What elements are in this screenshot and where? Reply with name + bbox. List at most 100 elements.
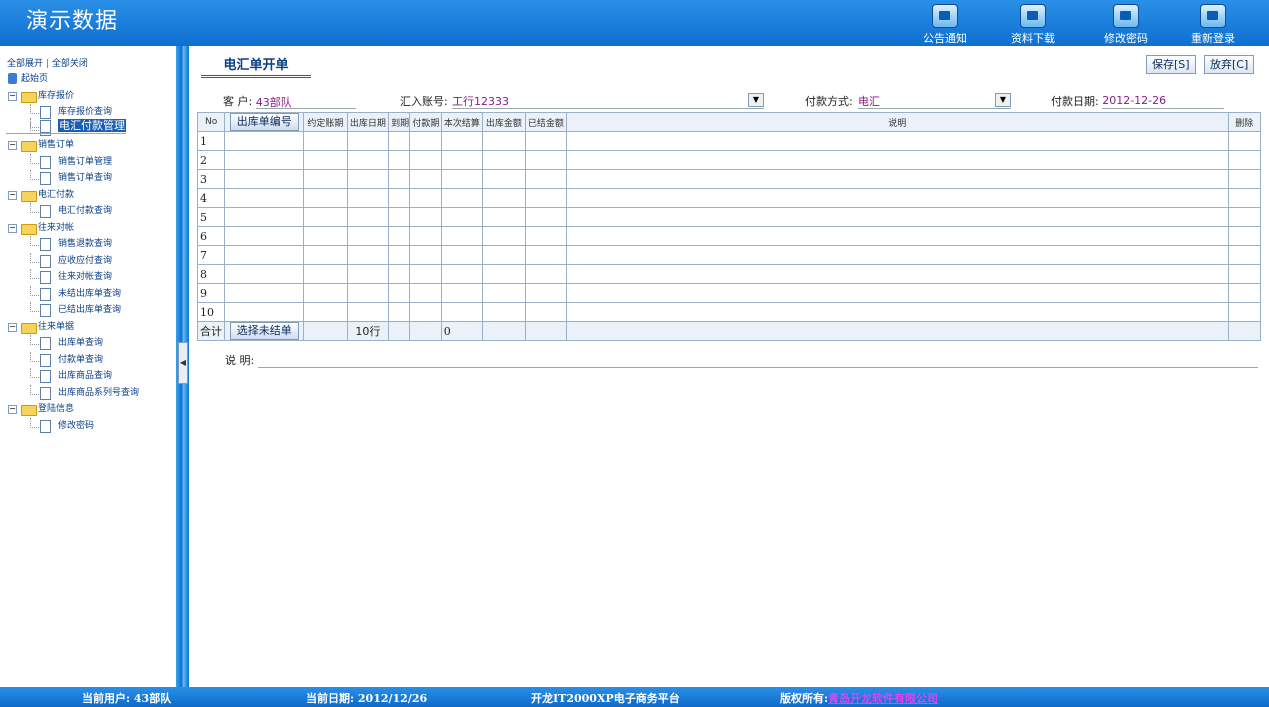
table-cell[interactable]	[224, 150, 305, 170]
table-cell[interactable]	[303, 245, 348, 265]
table-cell[interactable]	[409, 131, 442, 151]
tree-group-inventory[interactable]: − 库存报价	[6, 88, 139, 105]
table-cell[interactable]	[303, 150, 348, 170]
table-cell[interactable]	[388, 302, 411, 322]
collapse-toggle-icon[interactable]: −	[8, 190, 17, 200]
table-cell[interactable]	[1227, 245, 1262, 265]
collapse-all-link[interactable]: 全部关闭	[52, 59, 88, 69]
table-cell[interactable]	[224, 302, 305, 322]
table-cell[interactable]	[524, 188, 568, 208]
tree-item-outbound-query[interactable]: 出库单查询	[6, 335, 139, 352]
tree-item-change-password[interactable]: 修改密码	[6, 417, 139, 435]
tree-item-unsettled-outbound-query[interactable]: 未结出库单查询	[6, 285, 139, 303]
outbound-no-button[interactable]: 出库单编号	[229, 113, 299, 131]
table-cell[interactable]	[224, 169, 305, 189]
table-cell[interactable]	[388, 131, 411, 151]
table-cell[interactable]	[409, 302, 442, 322]
table-cell[interactable]	[1227, 264, 1262, 284]
table-cell[interactable]	[303, 264, 348, 284]
table-cell[interactable]	[303, 226, 348, 246]
table-cell[interactable]	[482, 150, 526, 170]
table-cell[interactable]	[346, 264, 390, 284]
table-cell[interactable]	[440, 188, 484, 208]
tree-item-reconciliation-query[interactable]: 往来对帐查询	[6, 269, 139, 286]
table-cell[interactable]	[388, 169, 411, 189]
table-cell[interactable]	[409, 188, 442, 208]
table-cell[interactable]	[1227, 226, 1262, 246]
memo-input[interactable]	[257, 353, 1258, 368]
table-cell[interactable]	[524, 131, 568, 151]
collapse-toggle-icon[interactable]: −	[8, 223, 17, 233]
table-cell[interactable]	[566, 283, 1229, 303]
table-cell[interactable]	[440, 207, 484, 227]
account-select[interactable]: 工行12333 ▼	[452, 93, 764, 109]
table-cell[interactable]	[1227, 302, 1262, 322]
tree-group-documents[interactable]: − 往来单据	[6, 319, 139, 336]
collapse-toggle-icon[interactable]: −	[8, 322, 17, 332]
table-cell[interactable]	[440, 283, 484, 303]
table-cell[interactable]	[388, 264, 411, 284]
tree-group-reconciliation[interactable]: − 往来对帐	[6, 220, 139, 237]
table-cell[interactable]	[346, 245, 390, 265]
nav-relogin-button[interactable]: 重新登录	[1183, 4, 1243, 46]
table-cell[interactable]	[388, 207, 411, 227]
sidebar-splitter[interactable]: ◀	[176, 46, 189, 687]
tree-item-payment-query[interactable]: 付款单查询	[6, 351, 139, 369]
table-cell[interactable]	[1227, 188, 1262, 208]
table-cell[interactable]	[440, 169, 484, 189]
table-cell[interactable]	[224, 226, 305, 246]
tree-item-outbound-goods-query[interactable]: 出库商品查询	[6, 368, 139, 385]
table-cell[interactable]	[409, 264, 442, 284]
table-cell[interactable]	[346, 188, 390, 208]
table-cell[interactable]	[482, 302, 526, 322]
tree-item-settled-outbound-query[interactable]: 已结出库单查询	[6, 302, 139, 319]
table-cell[interactable]	[482, 131, 526, 151]
table-cell[interactable]	[346, 150, 390, 170]
pay-method-select[interactable]: 电汇 ▼	[858, 93, 1011, 109]
table-cell[interactable]	[482, 226, 526, 246]
table-cell[interactable]	[346, 283, 390, 303]
table-cell[interactable]	[388, 150, 411, 170]
nav-change-password-button[interactable]: 修改密码	[1096, 4, 1156, 46]
company-link[interactable]: 青岛开龙软件有限公司	[828, 692, 938, 705]
table-cell[interactable]	[482, 169, 526, 189]
table-cell[interactable]	[440, 131, 484, 151]
table-cell[interactable]	[566, 169, 1229, 189]
table-cell[interactable]	[440, 302, 484, 322]
table-cell[interactable]	[566, 188, 1229, 208]
table-cell[interactable]	[482, 283, 526, 303]
table-cell[interactable]	[224, 264, 305, 284]
table-cell[interactable]	[409, 245, 442, 265]
tree-item-wire-payment-manage[interactable]: 电汇付款管理	[6, 118, 126, 134]
table-cell[interactable]	[388, 226, 411, 246]
table-cell[interactable]	[1227, 131, 1262, 151]
table-cell[interactable]	[346, 207, 390, 227]
table-cell[interactable]	[409, 283, 442, 303]
collapse-toggle-icon[interactable]: −	[8, 141, 17, 150]
table-cell[interactable]	[566, 131, 1229, 151]
table-cell[interactable]	[482, 245, 526, 265]
tree-group-sales-order[interactable]: − 销售订单	[6, 137, 139, 154]
table-cell[interactable]	[388, 245, 411, 265]
table-cell[interactable]	[524, 245, 568, 265]
pay-date-value[interactable]: 2012-12-26	[1102, 94, 1166, 107]
table-cell[interactable]	[303, 169, 348, 189]
table-cell[interactable]	[524, 207, 568, 227]
table-cell[interactable]	[409, 226, 442, 246]
table-cell[interactable]	[566, 302, 1229, 322]
table-cell[interactable]	[303, 188, 348, 208]
table-cell[interactable]	[1227, 169, 1262, 189]
tree-group-wire-payment[interactable]: − 电汇付款	[6, 187, 139, 204]
tree-item-sales-order-manage[interactable]: 销售订单管理	[6, 153, 139, 171]
table-cell[interactable]	[524, 150, 568, 170]
table-cell[interactable]	[524, 302, 568, 322]
table-cell[interactable]	[224, 283, 305, 303]
table-cell[interactable]	[440, 245, 484, 265]
tree-item-outbound-serial-query[interactable]: 出库商品系列号查询	[6, 384, 139, 402]
save-button[interactable]: 保存[S]	[1146, 55, 1196, 74]
table-cell[interactable]	[224, 245, 305, 265]
table-cell[interactable]	[303, 302, 348, 322]
table-cell[interactable]	[409, 150, 442, 170]
tree-home[interactable]: 起始页	[6, 71, 139, 88]
table-cell[interactable]	[1227, 207, 1262, 227]
